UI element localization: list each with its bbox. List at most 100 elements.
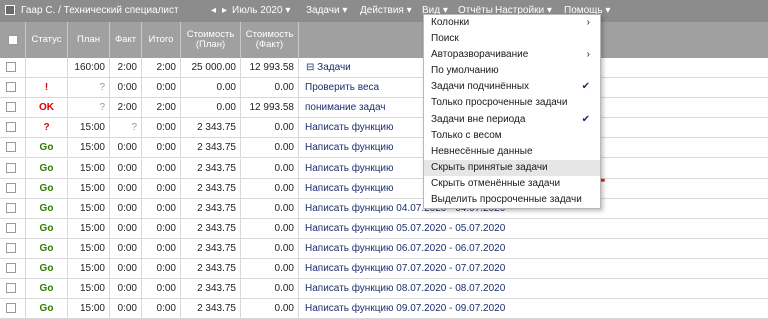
status-cell: Go bbox=[26, 158, 68, 178]
task-name-cell[interactable]: Написать функцию 05.07.2020 - 05.07.2020 bbox=[299, 219, 768, 238]
view-menu-item[interactable]: Скрыть принятые задачи bbox=[424, 159, 600, 176]
view-menu-item[interactable]: Авторазворачивание › bbox=[424, 47, 600, 63]
col-total[interactable]: Итого bbox=[142, 22, 181, 58]
col-cost-fact[interactable]: Стоимость (Факт) bbox=[241, 22, 299, 58]
status-cell bbox=[26, 58, 68, 77]
table-row[interactable]: Go 15:00 0:00 0:00 2 343.75 0.00 Написать функ… bbox=[0, 279, 768, 300]
col-plan[interactable]: План bbox=[68, 22, 110, 58]
menu-item-label: Скрыть принятые задачи bbox=[431, 161, 548, 173]
plan-cell: ? bbox=[68, 78, 110, 98]
row-checkbox[interactable] bbox=[6, 102, 16, 113]
menu-actions[interactable]: Действия ▾ bbox=[360, 5, 412, 16]
view-menu-dropdown: Колонки › Поиск Авторазворачивание › По умолч… bbox=[423, 14, 601, 210]
cost-fact-cell: 0.00 bbox=[241, 78, 299, 98]
row-checkbox[interactable] bbox=[6, 122, 16, 133]
cost-fact-cell: 0.00 bbox=[241, 218, 299, 238]
next-period-icon[interactable]: ▸ bbox=[222, 5, 227, 16]
fact-cell: 2:00 bbox=[110, 98, 142, 118]
row-checkbox[interactable] bbox=[6, 182, 16, 193]
col-fact[interactable]: Факт bbox=[110, 22, 142, 58]
fact-cell: 0:00 bbox=[110, 279, 142, 299]
total-cell: 0:00 bbox=[142, 198, 181, 218]
view-menu-item[interactable]: Невнесённые данные bbox=[424, 144, 600, 160]
table-row[interactable]: Go 15:00 0:00 0:00 2 343.75 0.00 Написать функ… bbox=[0, 238, 768, 259]
row-checkbox[interactable] bbox=[6, 62, 16, 72]
plan-cell: 15:00 bbox=[68, 198, 110, 218]
chevron-down-icon: ▾ bbox=[285, 5, 291, 16]
period-selector[interactable]: Июль 2020 ▾ bbox=[232, 5, 290, 16]
row-checkbox[interactable] bbox=[6, 142, 16, 153]
user-role: Гаар С. / Технический специалист bbox=[21, 5, 179, 16]
row-checkbox[interactable] bbox=[6, 222, 16, 233]
task-group-label[interactable]: Задачи bbox=[317, 62, 351, 73]
prev-period-icon[interactable]: ◂ bbox=[211, 5, 216, 16]
menu-label: Задачи bbox=[306, 5, 340, 16]
table-row[interactable]: OK? 2:00 2:00 0.00 12 993.58 понимание задач bbox=[0, 98, 768, 119]
app-menu-icon[interactable] bbox=[5, 5, 15, 15]
task-name-cell[interactable]: Написать функцию 09.07.2020 - 09.07.2020 bbox=[299, 299, 768, 318]
top-bar: Гаар С. / Технический специалист ◂ ▸ Июл… bbox=[0, 0, 768, 22]
menu-item-label: Невнесённые данные bbox=[431, 145, 533, 157]
row-checkbox[interactable] bbox=[6, 263, 16, 273]
cost-fact-cell: 0.00 bbox=[241, 158, 299, 178]
row-checkbox[interactable] bbox=[6, 202, 16, 213]
fact-cell: 0:00 bbox=[110, 158, 142, 178]
table-row[interactable]: !? 0:00 0:00 0.00 0.00 Проверить веса bbox=[0, 78, 768, 99]
cost-plan-cell: 0.00 bbox=[181, 98, 241, 118]
plan-cell: 15:00 bbox=[68, 178, 110, 198]
col-cost-plan[interactable]: Стоимость (План) bbox=[181, 22, 241, 58]
table-row[interactable]: Go 15:00 0:00 0:00 2 343.75 0.00 Написать функ… bbox=[0, 299, 768, 319]
table-row[interactable]: Go 15:00 0:00 0:00 2 343.75 0.00 Написать функ… bbox=[0, 259, 768, 279]
table-row[interactable]: Go 15:00 0:00 0:00 2 343.75 0.00 Написать функ… bbox=[0, 198, 768, 219]
col-status[interactable]: Статус bbox=[26, 22, 68, 58]
status-cell: Go bbox=[26, 299, 68, 319]
row-checkbox[interactable] bbox=[6, 283, 16, 294]
task-name-cell[interactable]: Написать функцию 07.07.2020 - 07.07.2020 bbox=[299, 259, 768, 278]
view-menu-item[interactable]: Задачи вне периода ✔ bbox=[424, 112, 600, 128]
view-menu-item[interactable]: По умолчанию bbox=[424, 63, 600, 79]
status-cell: Go bbox=[26, 238, 68, 258]
total-cell: 0:00 bbox=[142, 279, 181, 299]
cost-fact-cell: 0.00 bbox=[241, 299, 299, 319]
plan-cell: 15:00 bbox=[68, 158, 110, 178]
fact-cell: 0:00 bbox=[110, 138, 142, 158]
view-menu-item[interactable]: Поиск bbox=[424, 31, 600, 47]
table-row[interactable]: ? 15:00? 0:00 2 343.75 0.00 Написать функцию bbox=[0, 118, 768, 139]
row-checkbox[interactable] bbox=[6, 82, 16, 93]
row-select-cell bbox=[0, 279, 26, 299]
row-select-cell bbox=[0, 238, 26, 258]
menu-label: Действия bbox=[360, 5, 404, 16]
cost-plan-cell: 0.00 bbox=[181, 78, 241, 98]
row-checkbox[interactable] bbox=[6, 242, 16, 253]
select-all-checkbox[interactable] bbox=[7, 35, 18, 45]
view-menu-item[interactable]: Скрыть отменённые задачи bbox=[424, 176, 600, 192]
view-menu-item[interactable]: Задачи подчинённых ✔ bbox=[424, 79, 600, 95]
view-menu-item[interactable]: Выделить просроченные задачи bbox=[424, 192, 600, 208]
view-menu-item[interactable]: Колонки › bbox=[424, 15, 600, 31]
view-menu-item[interactable]: Только с весом bbox=[424, 128, 600, 144]
fact-cell: 0:00 bbox=[110, 218, 142, 238]
collapse-toggle-icon[interactable]: ⊟ bbox=[306, 62, 314, 73]
row-checkbox[interactable] bbox=[6, 162, 16, 173]
checkmark-icon: ✔ bbox=[581, 113, 590, 125]
chevron-down-icon: ▾ bbox=[605, 5, 611, 16]
chevron-down-icon: ▾ bbox=[342, 5, 348, 16]
menu-tasks[interactable]: Задачи ▾ bbox=[306, 5, 347, 16]
total-cell: 0:00 bbox=[142, 118, 181, 138]
table-row[interactable]: Go 15:00 0:00 0:00 2 343.75 0.00 Написать функ… bbox=[0, 218, 768, 239]
table-row[interactable]: Go 15:00 0:00 0:00 2 343.75 0.00 Написать функ… bbox=[0, 158, 768, 179]
status-cell: Go bbox=[26, 178, 68, 198]
view-menu-item[interactable]: Только просроченные задачи bbox=[424, 95, 600, 111]
table-row[interactable]: Go 15:00 0:00 0:00 2 343.75 0.00 Написать функ… bbox=[0, 178, 768, 199]
fact-cell: 0:00 bbox=[110, 178, 142, 198]
cost-fact-cell: 12 993.58 bbox=[241, 58, 299, 77]
table-row[interactable]: Go 15:00 0:00 0:00 2 343.75 0.00 Написать функ… bbox=[0, 138, 768, 159]
row-checkbox[interactable] bbox=[6, 303, 16, 314]
plan-cell: 160:00 bbox=[68, 58, 110, 77]
task-name-cell[interactable]: Написать функцию 06.07.2020 - 06.07.2020 bbox=[299, 239, 768, 258]
total-cell: 0:00 bbox=[142, 178, 181, 198]
summary-row[interactable]: 160:00 2:00 2:00 25 000.00 12 993.58 ⊟ З… bbox=[0, 58, 768, 78]
task-name-cell[interactable]: Написать функцию 08.07.2020 - 08.07.2020 bbox=[299, 279, 768, 298]
menu-item-label: Выделить просроченные задачи bbox=[431, 194, 582, 206]
plan-cell: 15:00 bbox=[68, 138, 110, 158]
